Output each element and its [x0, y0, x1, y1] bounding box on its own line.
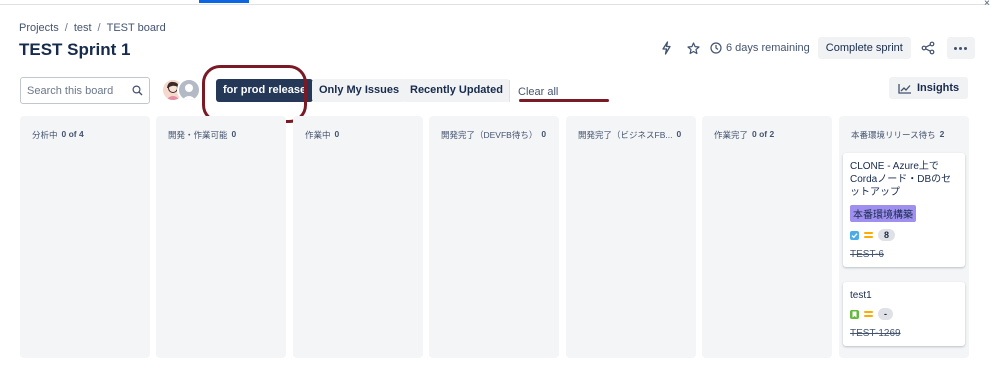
board-column: 作業完了 0 of 2	[702, 116, 832, 358]
breadcrumb-board[interactable]: TEST board	[107, 22, 166, 34]
card-title: test1	[850, 290, 872, 301]
board-column: 開発完了（DEVFB待ち） 0	[429, 116, 559, 358]
board-column: 開発・作業可能 0	[156, 116, 286, 358]
annotation-circle	[202, 65, 307, 123]
column-header: 作業中 0	[305, 129, 339, 141]
card-meta: -	[850, 308, 958, 320]
automation-bolt-icon[interactable]	[660, 41, 673, 55]
star-icon[interactable]	[687, 41, 700, 55]
remaining-text: 6 days remaining	[726, 42, 810, 54]
column-header: 分析中 0 of 4	[32, 129, 84, 141]
clock-icon	[710, 42, 722, 54]
breadcrumb-separator: /	[97, 22, 101, 34]
trend-chart-icon	[898, 83, 911, 94]
quick-filter-only-my-issues[interactable]: Only My Issues	[312, 79, 407, 102]
column-count: 2	[939, 129, 945, 139]
dot-icon	[964, 46, 968, 50]
issue-key[interactable]: TEST-1269	[850, 328, 958, 339]
task-checkbox-icon	[850, 230, 859, 240]
column-count: 0	[541, 129, 547, 139]
active-tab-indicator	[199, 0, 249, 3]
board-column: 開発完了（ビジネスFB... 0	[566, 116, 696, 358]
close-icon[interactable]: ×	[984, 0, 990, 9]
annotation-underline	[519, 99, 609, 102]
column-count: 0	[676, 129, 682, 139]
column-header: 開発完了（ビジネスFB... 0	[578, 129, 681, 141]
search-icon[interactable]	[132, 85, 143, 96]
card-meta: 8	[850, 229, 958, 241]
column-header: 開発・作業可能 0	[168, 129, 236, 141]
clear-all-filters-link[interactable]: Clear all	[518, 86, 558, 98]
breadcrumb-project[interactable]: test	[74, 22, 92, 34]
issue-key[interactable]: TEST-6	[850, 249, 958, 260]
toolbar-divider	[509, 80, 510, 102]
page-title: TEST Sprint 1	[19, 40, 131, 59]
avatar[interactable]	[177, 78, 201, 102]
issue-card[interactable]: CLONE - Azure上でCordaノード・DBのセットアップ 本番環境構築…	[843, 153, 965, 267]
story-points-badge: 8	[878, 229, 896, 241]
column-name: 本番環境リリース待ち	[851, 130, 936, 140]
column-count: 0 of 2	[752, 129, 775, 139]
column-count: 0 of 4	[61, 129, 84, 139]
header-actions: 6 days remaining Complete sprint	[660, 37, 975, 59]
card-title: CLONE - Azure上でCordaノード・DBのセットアップ	[850, 161, 952, 198]
column-name: 開発・作業可能	[168, 130, 228, 140]
assignee-avatars	[161, 78, 201, 102]
quick-filter-recently-updated[interactable]: Recently Updated	[403, 79, 510, 102]
sprint-remaining: 6 days remaining	[710, 42, 810, 54]
board-column: 分析中 0 of 4	[20, 116, 150, 358]
priority-medium-icon	[864, 232, 873, 238]
dot-icon	[959, 46, 963, 50]
column-name: 作業中	[305, 130, 331, 140]
board-search[interactable]	[20, 77, 150, 104]
column-header: 開発完了（DEVFB待ち） 0	[441, 129, 546, 141]
more-actions-button[interactable]	[946, 37, 975, 59]
breadcrumb-separator: /	[64, 22, 68, 34]
column-header: 作業完了 0 of 2	[714, 129, 774, 141]
column-count: 0	[334, 129, 340, 139]
insights-label: Insights	[917, 82, 960, 94]
column-count: 0	[231, 129, 237, 139]
board-column: 作業中 0	[293, 116, 423, 358]
column-name: 開発完了（ビジネスFB...	[578, 130, 673, 140]
search-input[interactable]	[27, 84, 127, 97]
column-name: 開発完了（DEVFB待ち）	[441, 130, 538, 140]
priority-medium-icon	[864, 311, 873, 317]
breadcrumb-projects[interactable]: Projects	[19, 22, 59, 34]
story-bookmark-icon	[850, 309, 859, 319]
insights-button[interactable]: Insights	[889, 77, 969, 99]
breadcrumb: Projects / test / TEST board	[19, 22, 166, 34]
story-points-badge: -	[878, 308, 893, 320]
top-divider	[0, 4, 990, 5]
column-name: 作業完了	[714, 130, 749, 140]
complete-sprint-button[interactable]: Complete sprint	[817, 37, 911, 59]
dot-icon	[954, 46, 958, 50]
column-header: 本番環境リリース待ち 2	[851, 129, 944, 141]
epic-label: 本番環境構築	[850, 205, 916, 222]
issue-card[interactable]: test1 - TEST-1269	[843, 282, 965, 346]
column-name: 分析中	[32, 130, 58, 140]
share-icon[interactable]	[921, 41, 935, 55]
